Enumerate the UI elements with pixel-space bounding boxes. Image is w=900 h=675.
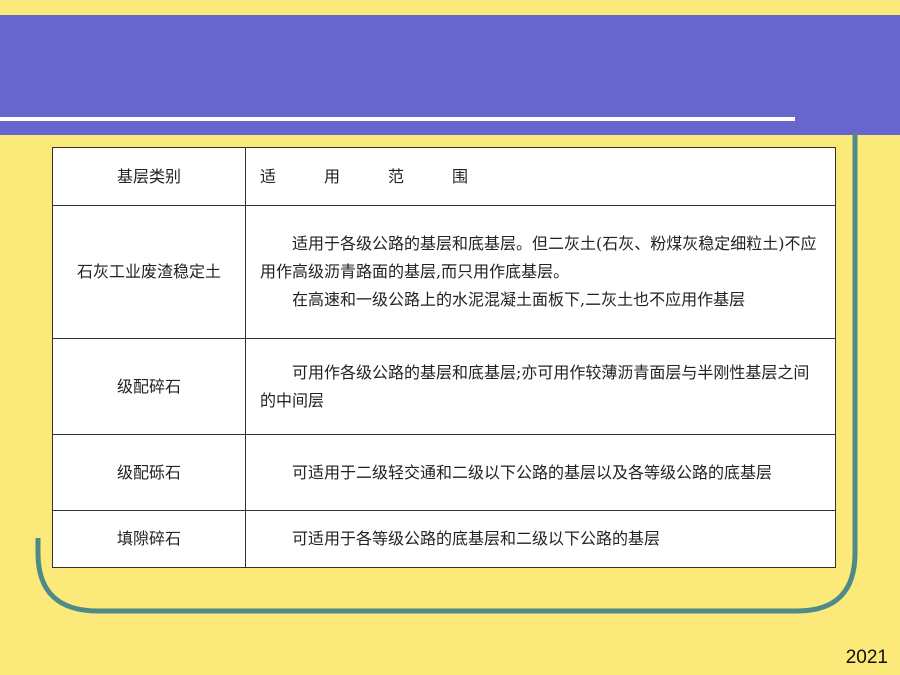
row-scope: 适用于各级公路的基层和底基层。但二灰土(石灰、粉煤灰稳定细粒土)不应用作高级沥青… — [245, 205, 836, 339]
table-row: 石灰工业废渣稳定土 适用于各级公路的基层和底基层。但二灰土(石灰、粉煤灰稳定细粒… — [52, 205, 836, 339]
base-course-table: 基层类别 适 用 范 围 石灰工业废渣稳定土 适用于各级公路的基层和底基层。但二灰土(… — [52, 147, 836, 568]
row-category: 填隙碎石 — [52, 510, 246, 568]
scope-paragraph: 可用作各级公路的基层和底基层;亦可用作较薄沥青面层与半刚性基层之间的中间层 — [260, 362, 810, 410]
scope-paragraph: 可适用于二级轻交通和二级以下公路的基层以及各等级公路的底基层 — [292, 462, 773, 482]
table-header-row: 基层类别 适 用 范 围 — [52, 147, 836, 206]
row-scope: 可适用于二级轻交通和二级以下公路的基层以及各等级公路的底基层 — [245, 434, 836, 511]
header-scope-char: 围 — [452, 166, 469, 186]
header-category: 基层类别 — [52, 147, 246, 206]
scope-paragraph: 适用于各级公路的基层和底基层。但二灰土(石灰、粉煤灰稳定细粒土)不应用作高级沥青… — [260, 234, 817, 281]
footer-year: 2021 — [845, 647, 888, 668]
row-category: 级配砾石 — [52, 434, 246, 511]
header-scope: 适用范围 — [245, 147, 836, 206]
table-row: 级配砾石 可适用于二级轻交通和二级以下公路的基层以及各等级公路的底基层 — [52, 434, 836, 511]
row-category: 石灰工业废渣稳定土 — [52, 205, 246, 339]
header-scope-char: 范 — [388, 166, 405, 186]
row-category: 级配碎石 — [52, 338, 246, 435]
row-scope: 可适用于各等级公路的底基层和二级以下公路的基层 — [245, 510, 836, 568]
scope-paragraph: 在高速和一级公路上的水泥混凝土面板下,二灰土也不应用作基层 — [292, 290, 746, 309]
header-scope-char: 适 — [260, 166, 277, 186]
title-underline — [0, 117, 795, 121]
header-scope-char: 用 — [324, 166, 341, 186]
table-row: 填隙碎石 可适用于各等级公路的底基层和二级以下公路的基层 — [52, 510, 836, 568]
table-row: 级配碎石 可用作各级公路的基层和底基层;亦可用作较薄沥青面层与半刚性基层之间的中… — [52, 338, 836, 435]
row-scope: 可用作各级公路的基层和底基层;亦可用作较薄沥青面层与半刚性基层之间的中间层 — [245, 338, 836, 435]
scope-paragraph: 可适用于各等级公路的底基层和二级以下公路的基层 — [292, 529, 661, 548]
